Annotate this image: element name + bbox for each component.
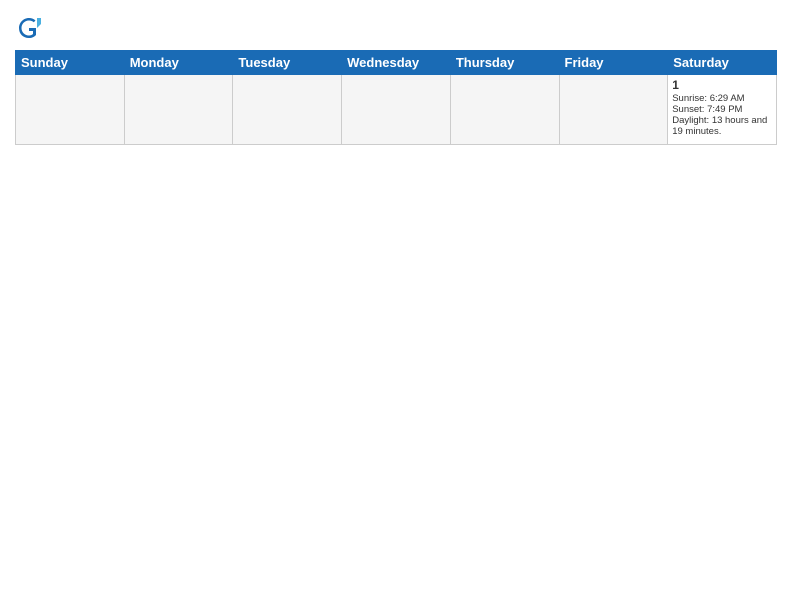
day-header-saturday: Saturday [668,51,777,75]
header [15,10,777,42]
calendar-cell [16,75,125,145]
calendar-week-1: 1Sunrise: 6:29 AMSunset: 7:49 PMDaylight… [16,75,777,145]
day-header-monday: Monday [124,51,233,75]
logo-icon [15,14,43,42]
calendar-table: SundayMondayTuesdayWednesdayThursdayFrid… [15,50,777,145]
logo [15,14,47,42]
calendar-header-row: SundayMondayTuesdayWednesdayThursdayFrid… [16,51,777,75]
calendar-cell: 1Sunrise: 6:29 AMSunset: 7:49 PMDaylight… [668,75,777,145]
day-header-friday: Friday [559,51,668,75]
calendar-cell [233,75,342,145]
page: SundayMondayTuesdayWednesdayThursdayFrid… [0,0,792,612]
day-header-sunday: Sunday [16,51,125,75]
day-header-tuesday: Tuesday [233,51,342,75]
day-header-thursday: Thursday [450,51,559,75]
day-number: 1 [672,78,772,92]
day-header-wednesday: Wednesday [342,51,451,75]
calendar-cell [342,75,451,145]
calendar-cell [450,75,559,145]
calendar-cell [559,75,668,145]
calendar-cell [124,75,233,145]
